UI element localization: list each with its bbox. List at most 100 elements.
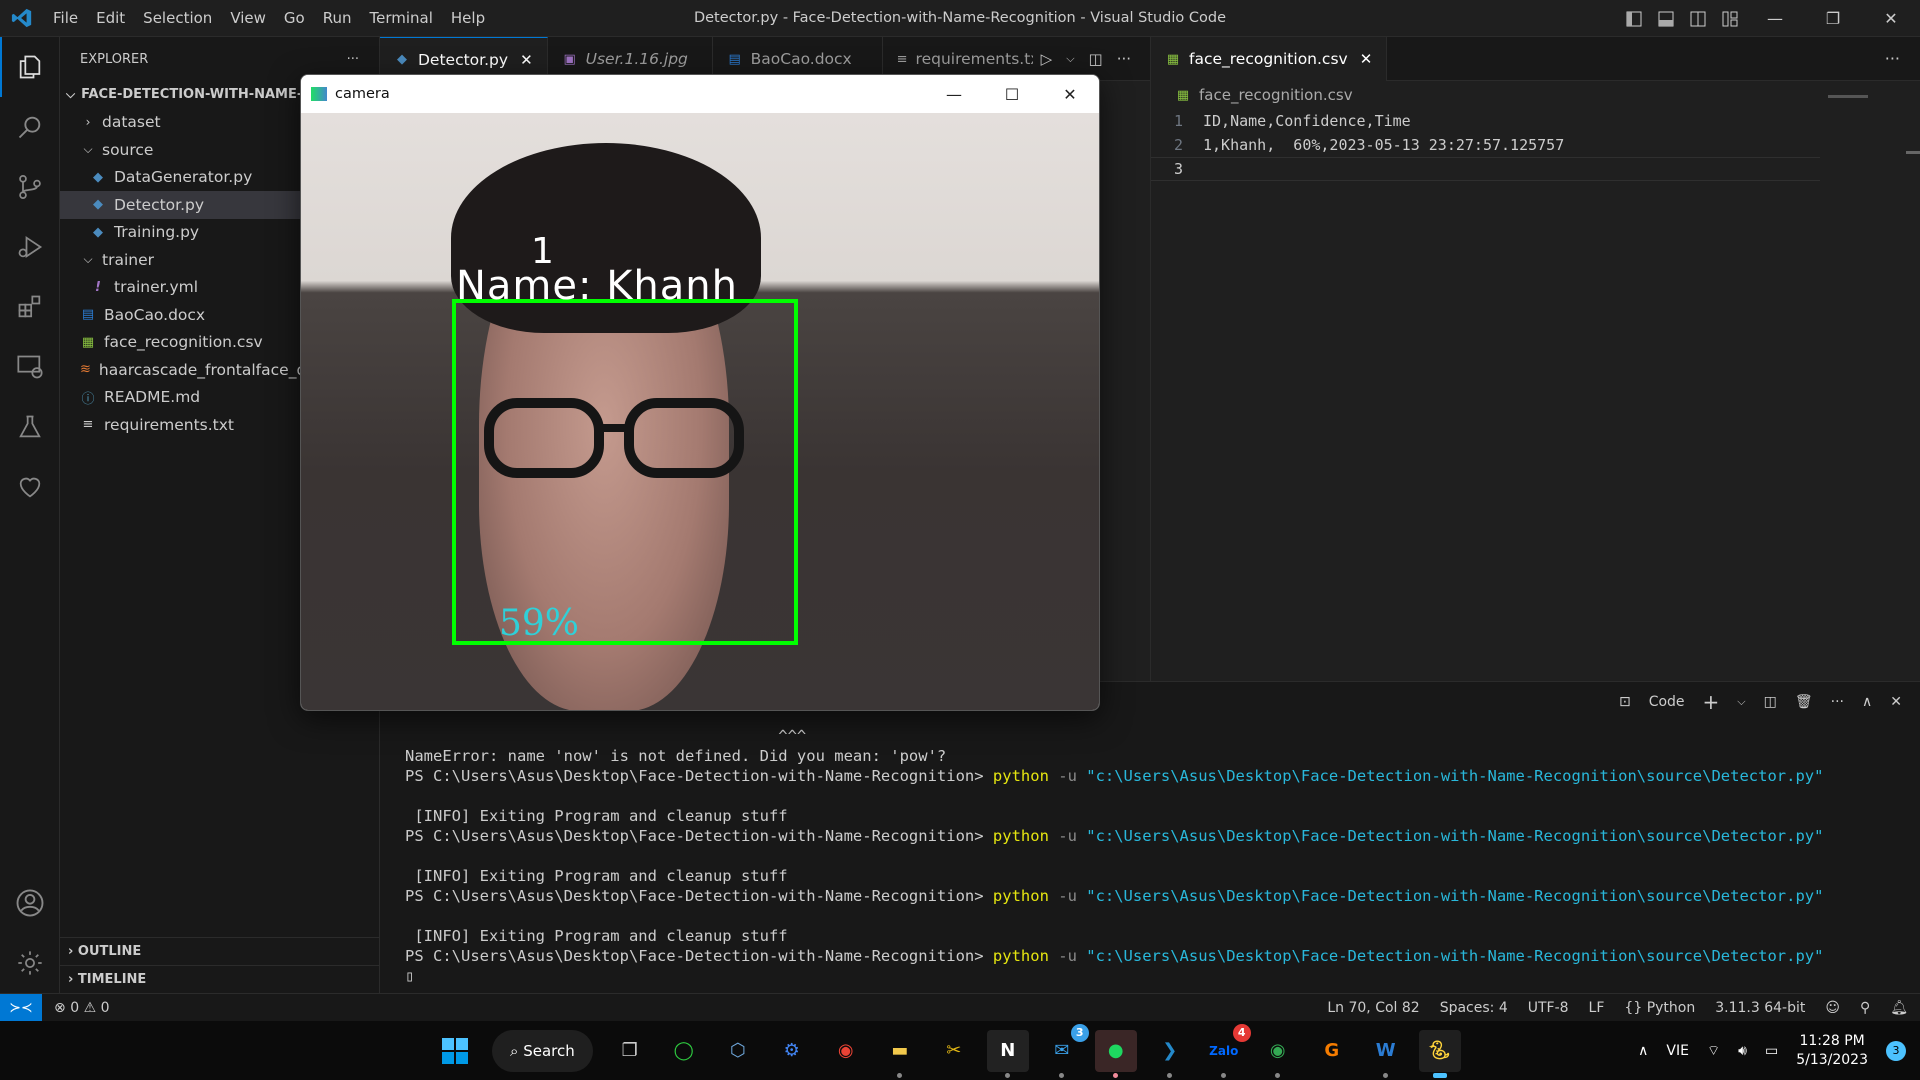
chevron-down-icon: ⌵ xyxy=(83,142,93,157)
maximize-panel-icon[interactable]: ∧ xyxy=(1862,694,1872,710)
explorer-more-button[interactable]: ··· xyxy=(347,52,359,67)
source-control-icon[interactable] xyxy=(0,157,60,217)
virtualbox-icon[interactable]: ⬡ xyxy=(717,1030,759,1072)
python-file-icon: ◆ xyxy=(93,197,103,213)
camera-window[interactable]: camera — ☐ ✕ 1 Name: Khanh 59% xyxy=(300,74,1100,711)
camera-minimize-button[interactable]: — xyxy=(925,75,983,113)
menu-go[interactable]: Go xyxy=(275,0,314,37)
camera-maximize-button[interactable]: ☐ xyxy=(983,75,1041,113)
menu-terminal[interactable]: Terminal xyxy=(361,0,442,37)
remote-indicator-icon[interactable]: ≻≺ xyxy=(0,993,42,1022)
python-icon[interactable]: 🐍︎ xyxy=(1418,1029,1461,1078)
kill-terminal-icon[interactable]: 🗑 xyxy=(1795,694,1813,710)
split-editor-icon[interactable]: ◫ xyxy=(1089,50,1103,68)
settings-gear-icon[interactable] xyxy=(0,933,60,993)
close-panel-icon[interactable]: ✕ xyxy=(1890,694,1902,710)
menu-help[interactable]: Help xyxy=(442,0,494,37)
outline-section[interactable]: › OUTLINE xyxy=(60,937,380,965)
indentation[interactable]: Spaces: 4 xyxy=(1440,1000,1508,1016)
notion-icon[interactable]: N xyxy=(986,1029,1029,1078)
explorer-icon[interactable] xyxy=(0,37,60,97)
camera-close-button[interactable]: ✕ xyxy=(1041,75,1099,113)
extensions-icon[interactable] xyxy=(0,277,60,337)
android-studio-icon[interactable]: ⚙ xyxy=(771,1030,813,1072)
feedback-icon[interactable]: ⚲ xyxy=(1860,1000,1870,1016)
favorites-icon[interactable] xyxy=(0,457,60,517)
tab-face-recognition-csv[interactable]: ▦ face_recognition.csv ✕ xyxy=(1151,37,1388,81)
language-mode[interactable]: {} Python xyxy=(1624,1000,1695,1016)
menu-selection[interactable]: Selection xyxy=(134,0,221,37)
split-terminal-icon[interactable]: ◫ xyxy=(1764,694,1777,710)
spotify-icon[interactable]: ● xyxy=(1094,1029,1137,1078)
menu-edit[interactable]: Edit xyxy=(87,0,134,37)
toggle-primary-sidebar-icon[interactable] xyxy=(1618,0,1650,37)
file-explorer-icon[interactable]: ▬ xyxy=(879,1030,921,1078)
encoding[interactable]: UTF-8 xyxy=(1528,1000,1569,1016)
tools-icon[interactable]: ✂ xyxy=(933,1030,975,1072)
taskbar-search[interactable]: ⌕ Search xyxy=(492,1029,593,1072)
battery-icon[interactable]: ▭ xyxy=(1765,1043,1778,1059)
terminal-output[interactable]: ^^^ NameError: name 'now' is not defined.… xyxy=(405,726,1823,986)
camera-title-bar[interactable]: camera — ☐ ✕ xyxy=(301,75,1099,113)
notifications-bell-icon[interactable]: 🔔︎ xyxy=(1890,1000,1908,1016)
remote-explorer-icon[interactable] xyxy=(0,337,60,397)
text-file-icon: ≡ xyxy=(896,51,908,67)
end-of-line[interactable]: LF xyxy=(1589,1000,1605,1016)
errors-icon[interactable]: ⊗ xyxy=(54,1000,66,1016)
terminal-name[interactable]: Code xyxy=(1649,694,1685,710)
task-view-icon[interactable]: ❐ xyxy=(609,1030,651,1072)
error-count[interactable]: 0 xyxy=(70,1000,79,1016)
obs-icon[interactable]: ◯ xyxy=(663,1030,705,1072)
toggle-secondary-sidebar-icon[interactable] xyxy=(1682,0,1714,37)
run-debug-icon[interactable] xyxy=(0,217,60,277)
timeline-section[interactable]: › TIMELINE xyxy=(60,965,380,993)
notification-center-badge[interactable]: 3 xyxy=(1886,1040,1906,1061)
terminal-line: [INFO] Exiting Program and cleanup stuff xyxy=(405,927,788,945)
wifi-icon[interactable]: ⌔ xyxy=(1707,1042,1720,1060)
run-python-file-icon[interactable]: ▷ xyxy=(1041,50,1053,68)
minimize-button[interactable]: — xyxy=(1746,0,1804,37)
terminal-line: PS C:\Users\Asus\Desktop\Face-Detection-… xyxy=(405,946,1823,966)
menu-file[interactable]: File xyxy=(44,0,87,37)
customize-layout-icon[interactable] xyxy=(1714,0,1746,37)
pdf-icon[interactable]: G xyxy=(1311,1030,1353,1072)
close-window-button[interactable]: ✕ xyxy=(1862,0,1920,37)
input-language[interactable]: VIE xyxy=(1666,1043,1689,1059)
cursor-position[interactable]: Ln 70, Col 82 xyxy=(1327,1000,1419,1016)
scrollbar[interactable] xyxy=(1906,151,1920,154)
menu-run[interactable]: Run xyxy=(314,0,361,37)
new-terminal-icon[interactable]: + xyxy=(1703,690,1720,714)
status-bar: ≻≺ ⊗ 0 ⚠ 0 Ln 70, Col 82 Spaces: 4 UTF-8… xyxy=(0,993,1920,1022)
run-dropdown-chevron-icon[interactable]: ⌵ xyxy=(1066,52,1074,66)
more-actions-icon[interactable]: ··· xyxy=(1117,50,1131,68)
testing-icon[interactable] xyxy=(0,397,60,457)
terminal-dropdown-icon[interactable]: ⌵ xyxy=(1737,695,1745,709)
zalo-icon[interactable]: Zalo 4 xyxy=(1203,1023,1251,1078)
csv-editor[interactable]: ▦ face_recognition.csv 1 ID,Name,Confidenc… xyxy=(1150,81,1920,681)
close-tab-icon[interactable]: ✕ xyxy=(1360,50,1373,68)
search-icon: ⌕ xyxy=(510,1041,519,1060)
accounts-icon[interactable] xyxy=(0,873,60,933)
mail-icon[interactable]: ✉ 3 xyxy=(1041,1023,1089,1078)
clock[interactable]: 11:28 PM 5/13/2023 xyxy=(1796,1032,1868,1070)
start-button[interactable] xyxy=(434,1030,476,1072)
warning-count[interactable]: 0 xyxy=(101,1000,110,1016)
word-icon[interactable]: W xyxy=(1365,1030,1407,1078)
menu-view[interactable]: View xyxy=(221,0,275,37)
toggle-panel-icon[interactable] xyxy=(1650,0,1682,37)
volume-icon[interactable]: 🔊︎ xyxy=(1738,1043,1747,1059)
close-tab-icon[interactable]: ✕ xyxy=(520,51,533,69)
vscode-icon[interactable]: ❯ xyxy=(1149,1030,1191,1078)
chrome-icon[interactable]: ◉ xyxy=(825,1030,867,1072)
warnings-icon[interactable]: ⚠ xyxy=(84,1000,97,1016)
show-hidden-icons-icon[interactable]: ∧ xyxy=(1638,1043,1648,1059)
chrome-profile-icon[interactable]: ◉ xyxy=(1257,1030,1299,1078)
python-interpreter[interactable]: 3.11.3 64-bit xyxy=(1715,1000,1805,1016)
more-actions-icon[interactable]: ··· xyxy=(1885,49,1900,68)
more-actions-icon[interactable]: ··· xyxy=(1831,694,1844,710)
search-icon[interactable] xyxy=(0,97,60,157)
copilot-icon[interactable]: ☺ xyxy=(1825,1000,1840,1016)
restore-button[interactable]: ❐ xyxy=(1804,0,1862,37)
terminal-line: NameError: name 'now' is not defined. Di… xyxy=(405,747,947,765)
minimap[interactable] xyxy=(1828,95,1868,98)
